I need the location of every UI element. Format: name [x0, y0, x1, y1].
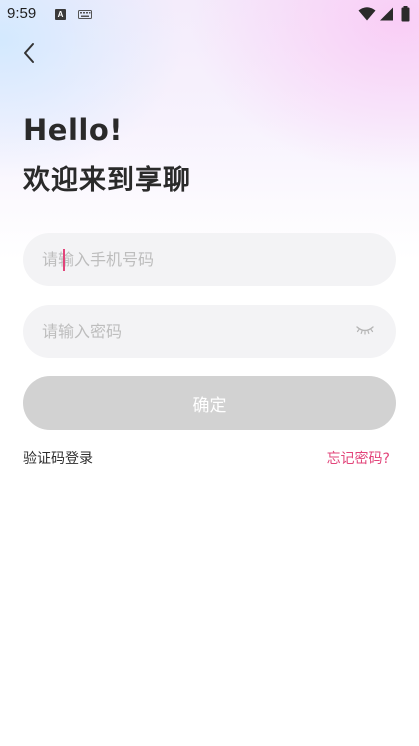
login-screen: 9:59 A Hello! 欢迎来到享聊 请输入手机号码 确定 验证码登录 忘记…	[0, 0, 419, 746]
battery-icon	[401, 6, 410, 22]
phone-field[interactable]	[23, 233, 396, 286]
confirm-button[interactable]: 确定	[23, 376, 396, 430]
wifi-icon	[358, 7, 376, 21]
password-input[interactable]	[42, 322, 377, 341]
sms-login-link[interactable]: 验证码登录	[23, 448, 93, 468]
status-bar: 9:59 A	[0, 0, 419, 30]
keyboard-icon	[78, 10, 92, 19]
forgot-password-link[interactable]: 忘记密码?	[327, 448, 390, 468]
greeting-hello: Hello!	[23, 113, 123, 147]
eye-closed-icon[interactable]	[356, 323, 374, 337]
signal-icon	[380, 7, 393, 21]
notification-a-icon: A	[55, 9, 66, 20]
phone-input[interactable]	[42, 250, 377, 269]
back-button[interactable]	[14, 38, 44, 68]
password-field[interactable]	[23, 305, 396, 358]
chevron-left-icon	[24, 43, 34, 63]
status-time: 9:59	[7, 5, 37, 22]
greeting-welcome: 欢迎来到享聊	[23, 165, 191, 196]
text-caret	[63, 249, 65, 271]
